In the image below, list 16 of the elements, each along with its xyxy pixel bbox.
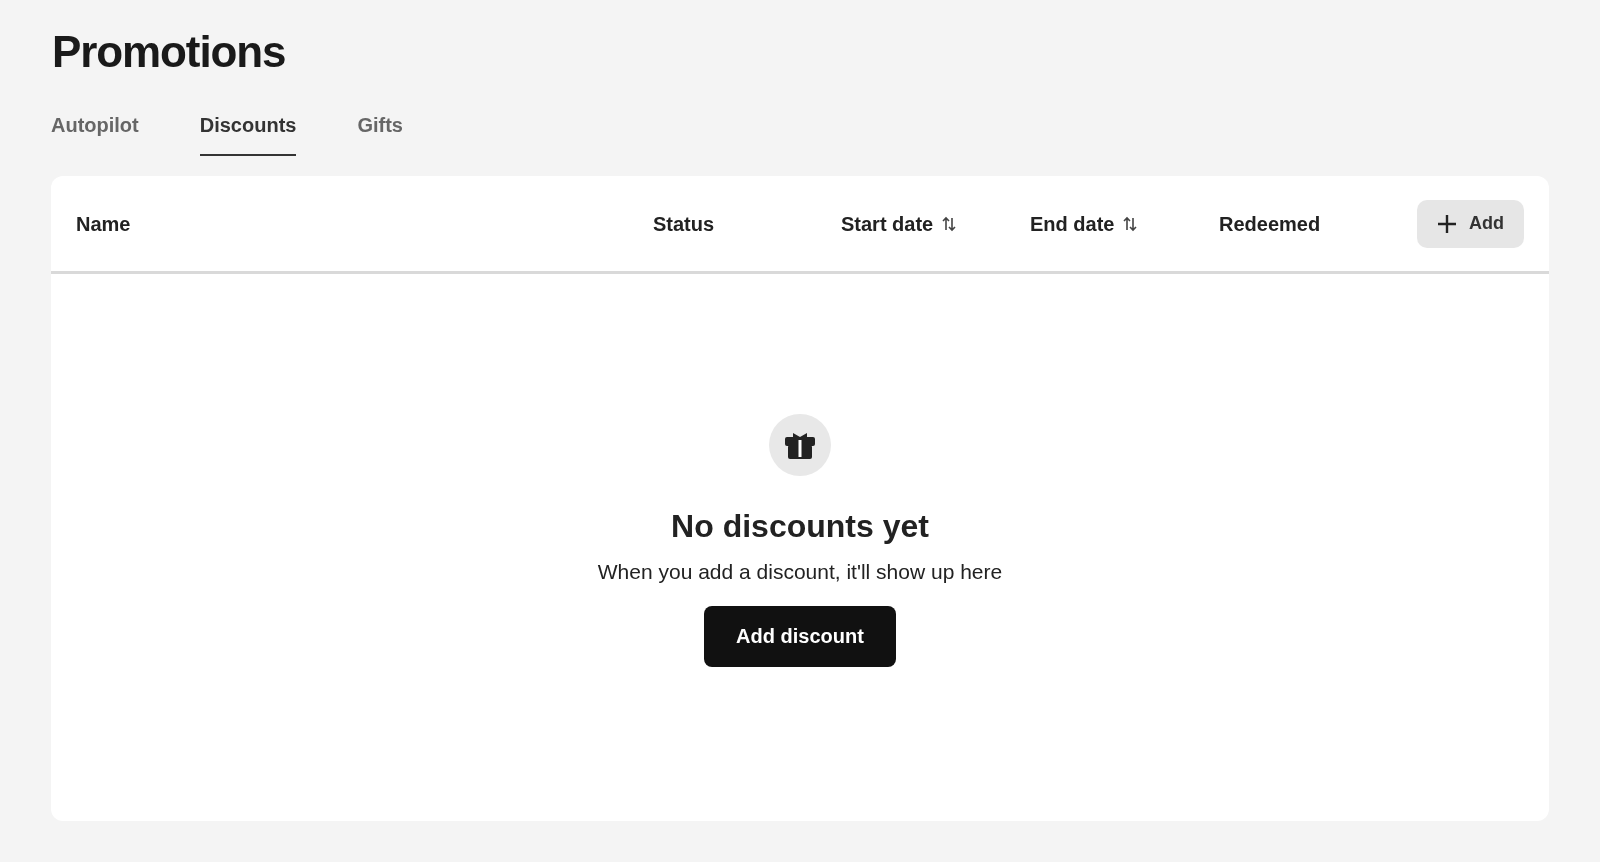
sort-icon[interactable] bbox=[941, 215, 958, 232]
empty-message: When you add a discount, it'll show up here bbox=[597, 559, 1003, 585]
column-header: Status bbox=[653, 211, 715, 237]
column-header[interactable]: End date bbox=[1030, 208, 1115, 239]
add-discount-button[interactable]: Add discount bbox=[704, 605, 896, 667]
column-header: Name bbox=[76, 211, 131, 237]
sort-icon[interactable] bbox=[1122, 215, 1139, 232]
empty-title: No discounts yet bbox=[671, 507, 929, 546]
add-button[interactable]: Add bbox=[1417, 199, 1524, 248]
tab[interactable]: Discounts bbox=[199, 110, 297, 156]
plus-icon bbox=[1437, 213, 1457, 234]
column-header[interactable]: Start date bbox=[841, 208, 934, 239]
tab[interactable]: Gifts bbox=[357, 110, 403, 156]
column-header: Redeemed bbox=[1219, 211, 1321, 237]
page-title: Promotions bbox=[52, 26, 286, 78]
tab[interactable]: Autopilot bbox=[51, 110, 139, 156]
